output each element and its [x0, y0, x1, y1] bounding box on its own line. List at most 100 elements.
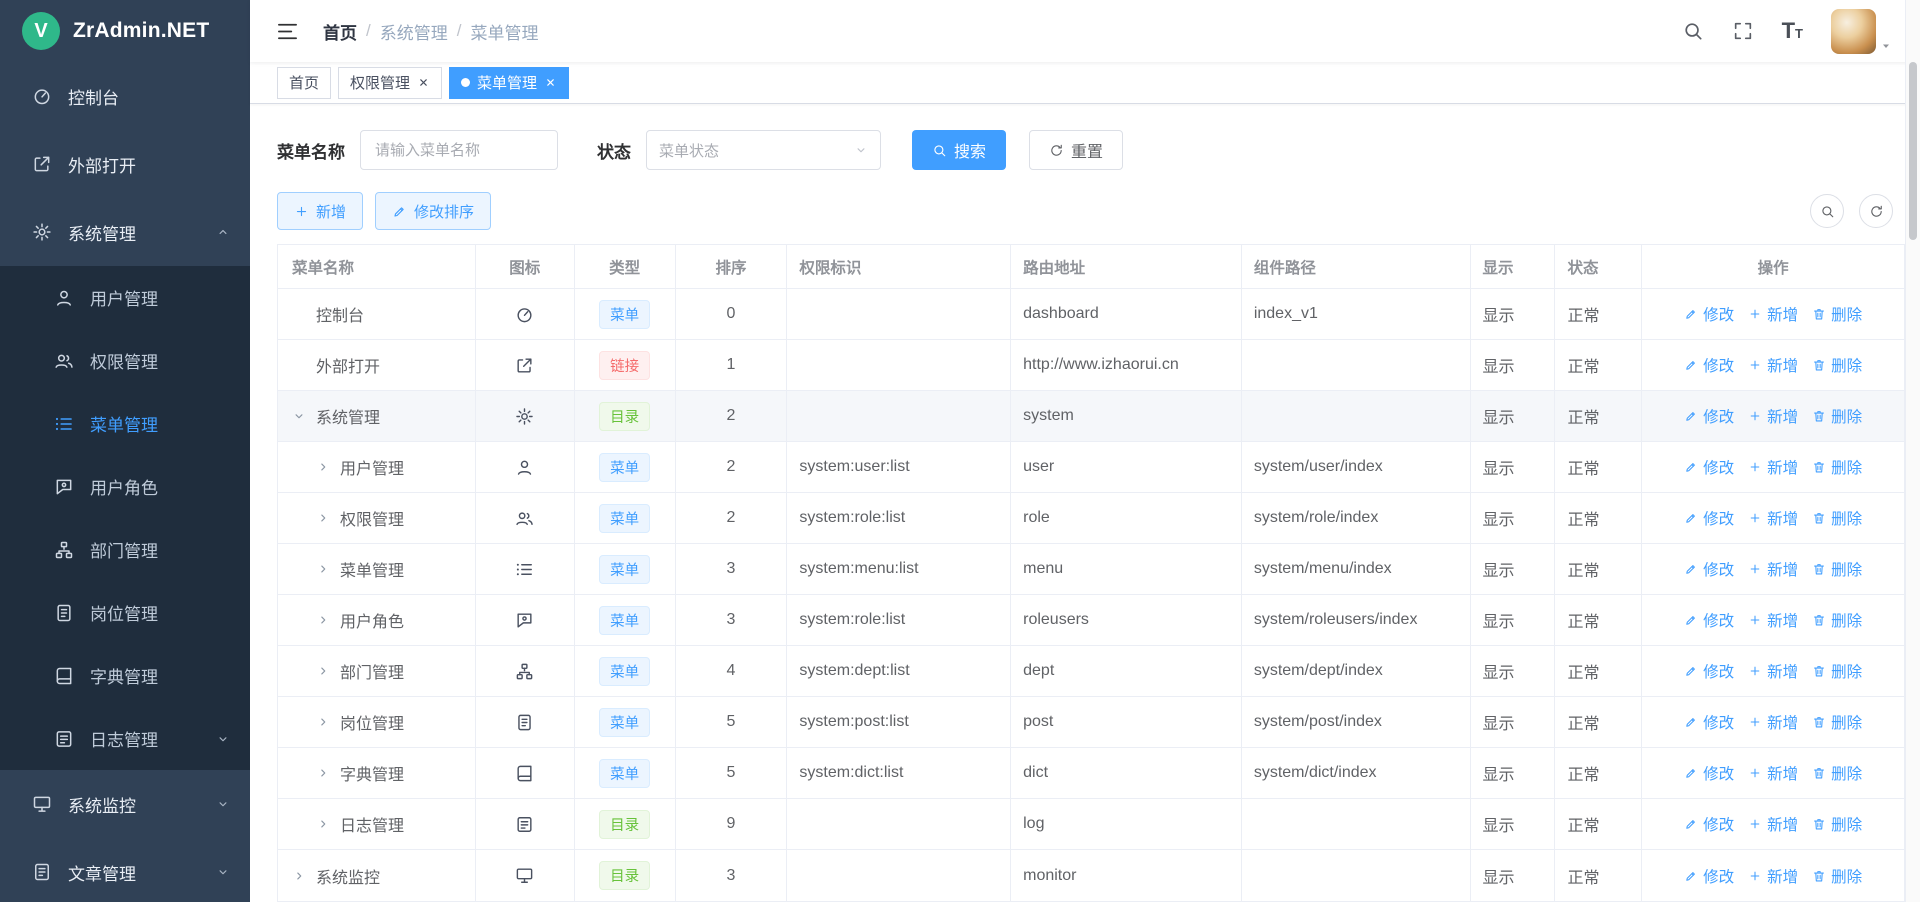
add-button[interactable]: 新增 [1748, 405, 1798, 427]
add-button[interactable]: 新增 [1748, 456, 1798, 478]
add-menu-button[interactable]: 新增 [277, 192, 363, 230]
edit-button[interactable]: 修改 [1684, 354, 1734, 376]
cell-status: 正常 [1555, 340, 1642, 390]
edit-button[interactable]: 修改 [1684, 660, 1734, 682]
edit-button[interactable]: 修改 [1684, 405, 1734, 427]
edit-button[interactable]: 修改 [1684, 507, 1734, 529]
chevron-right-icon[interactable] [316, 511, 340, 525]
chevron-down-icon[interactable] [292, 409, 316, 423]
tab[interactable]: 菜单管理 [449, 67, 569, 99]
add-button[interactable]: 新增 [1748, 354, 1798, 376]
edit-button[interactable]: 修改 [1684, 762, 1734, 784]
delete-button[interactable]: 删除 [1812, 813, 1862, 835]
add-button[interactable]: 新增 [1748, 507, 1798, 529]
close-icon[interactable] [544, 76, 557, 89]
add-button[interactable]: 新增 [1748, 865, 1798, 887]
sidebar-item[interactable]: 控制台 [0, 62, 250, 130]
search-button[interactable]: 搜索 [912, 130, 1006, 170]
delete-button[interactable]: 删除 [1812, 507, 1862, 529]
delete-button[interactable]: 删除 [1812, 762, 1862, 784]
sidebar-item[interactable]: 用户角色 [0, 455, 250, 518]
edit-sort-button[interactable]: 修改排序 [375, 192, 491, 230]
delete-icon [1812, 613, 1826, 627]
delete-button[interactable]: 删除 [1812, 865, 1862, 887]
caret-down-icon [1880, 40, 1892, 52]
user-menu[interactable] [1831, 9, 1892, 54]
add-button[interactable]: 新增 [1748, 609, 1798, 631]
chevron-right-icon[interactable] [316, 766, 340, 780]
sidebar-item[interactable]: 系统管理 [0, 198, 250, 266]
sidebar-item[interactable]: 日志管理 [0, 707, 250, 770]
add-button[interactable]: 新增 [1748, 303, 1798, 325]
sidebar-menu: 控制台 外部打开 系统管理 用户管理 权限管理 菜单管理 用户角色 部门管理 岗… [0, 62, 250, 902]
delete-button[interactable]: 删除 [1812, 456, 1862, 478]
cell-icon [476, 391, 575, 441]
gear-icon [30, 222, 54, 242]
delete-button[interactable]: 删除 [1812, 660, 1862, 682]
delete-icon [1812, 766, 1826, 780]
delete-button[interactable]: 删除 [1812, 558, 1862, 580]
add-button[interactable]: 新增 [1748, 660, 1798, 682]
edit-button[interactable]: 修改 [1684, 456, 1734, 478]
cell-status: 正常 [1555, 493, 1642, 543]
delete-button[interactable]: 删除 [1812, 303, 1862, 325]
cell-actions: 修改 新增 删除 [1642, 544, 1904, 594]
edit-button[interactable]: 修改 [1684, 558, 1734, 580]
chevron-right-icon[interactable] [292, 869, 316, 883]
cell-route: monitor [1011, 850, 1242, 901]
delete-button[interactable]: 删除 [1812, 405, 1862, 427]
sidebar-item[interactable]: 文章管理 [0, 838, 250, 902]
tab-label: 菜单管理 [477, 72, 537, 93]
hamburger-icon[interactable] [276, 20, 299, 43]
chevron-right-icon[interactable] [316, 715, 340, 729]
table-row: 用户角色 菜单 3 system:role:list roleusers sys… [278, 595, 1904, 646]
add-button[interactable]: 新增 [1748, 711, 1798, 733]
chevron-right-icon[interactable] [316, 613, 340, 627]
chevron-right-icon[interactable] [316, 460, 340, 474]
breadcrumb-item[interactable]: 系统管理 [380, 19, 448, 44]
sidebar-item[interactable]: 外部打开 [0, 130, 250, 198]
sidebar-item-label: 权限管理 [90, 348, 158, 373]
sidebar-item[interactable]: 部门管理 [0, 518, 250, 581]
delete-button[interactable]: 删除 [1812, 609, 1862, 631]
font-size-icon[interactable]: TT [1782, 20, 1803, 42]
cell-actions: 修改 新增 删除 [1642, 748, 1904, 798]
edit-button[interactable]: 修改 [1684, 711, 1734, 733]
edit-button[interactable]: 修改 [1684, 865, 1734, 887]
sidebar-item[interactable]: 用户管理 [0, 266, 250, 329]
fullscreen-icon[interactable] [1732, 20, 1754, 42]
breadcrumb-separator: / [457, 21, 462, 41]
delete-button[interactable]: 删除 [1812, 354, 1862, 376]
search-icon[interactable] [1682, 20, 1704, 42]
delete-button[interactable]: 删除 [1812, 711, 1862, 733]
menu-name-input[interactable] [360, 130, 558, 170]
edit-button[interactable]: 修改 [1684, 303, 1734, 325]
tab[interactable]: 首页 [277, 67, 331, 99]
tab[interactable]: 权限管理 [338, 67, 442, 99]
add-button[interactable]: 新增 [1748, 558, 1798, 580]
breadcrumb-item[interactable]: 首页 [323, 19, 357, 44]
menu-status-select[interactable]: 菜单状态 [646, 130, 881, 170]
add-button[interactable]: 新增 [1748, 762, 1798, 784]
chevron-right-icon[interactable] [316, 562, 340, 576]
edit-icon [1684, 715, 1698, 729]
chevron-right-icon[interactable] [316, 664, 340, 678]
chevron-down-icon [216, 732, 230, 746]
close-icon[interactable] [417, 76, 430, 89]
chevron-right-icon[interactable] [316, 817, 340, 831]
cell-menu-name: 系统管理 [278, 391, 476, 441]
add-button[interactable]: 新增 [1748, 813, 1798, 835]
edit-button[interactable]: 修改 [1684, 813, 1734, 835]
reset-button[interactable]: 重置 [1029, 130, 1123, 170]
avatar[interactable] [1831, 9, 1876, 54]
sidebar-item[interactable]: 菜单管理 [0, 392, 250, 455]
sidebar-item[interactable]: 系统监控 [0, 770, 250, 838]
refresh-icon[interactable] [1859, 194, 1893, 228]
sidebar-item[interactable]: 权限管理 [0, 329, 250, 392]
scrollbar-thumb[interactable] [1909, 62, 1917, 240]
search-icon[interactable] [1810, 194, 1844, 228]
menu-list-icon [515, 560, 534, 579]
sidebar-item[interactable]: 岗位管理 [0, 581, 250, 644]
edit-button[interactable]: 修改 [1684, 609, 1734, 631]
sidebar-item[interactable]: 字典管理 [0, 644, 250, 707]
